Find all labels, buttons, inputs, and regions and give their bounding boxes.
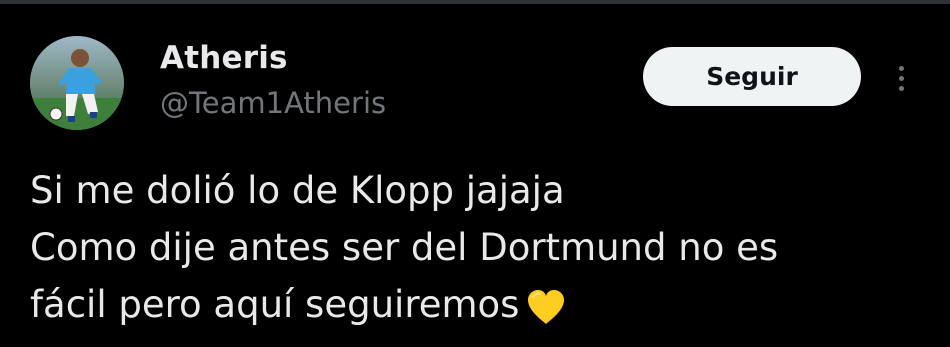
follow-button[interactable]: Seguir (643, 47, 861, 106)
tweet-card: Atheris @Team1Atheris Seguir Si me dolió… (0, 0, 950, 347)
display-name[interactable]: Atheris (160, 40, 288, 76)
tweet-line-with-emoji: fácil pero aquí seguiremos (30, 276, 930, 333)
top-divider (0, 0, 950, 4)
user-handle[interactable]: @Team1Atheris (160, 86, 386, 120)
more-dot (898, 75, 904, 81)
more-dot (898, 65, 904, 71)
tweet-line: Como dije antes ser del Dortmund no es (30, 226, 779, 269)
more-dot (898, 85, 904, 91)
avatar[interactable] (30, 36, 124, 130)
avatar-image (30, 36, 124, 130)
tweet-text: Si me dolió lo de Klopp jajaja Como dije… (30, 162, 930, 333)
more-options-icon[interactable] (886, 58, 916, 98)
tweet-line: Si me dolió lo de Klopp jajaja (30, 169, 565, 212)
yellow-heart-emoji (525, 287, 567, 327)
tweet-line-text: fácil pero aquí seguiremos (30, 283, 520, 326)
